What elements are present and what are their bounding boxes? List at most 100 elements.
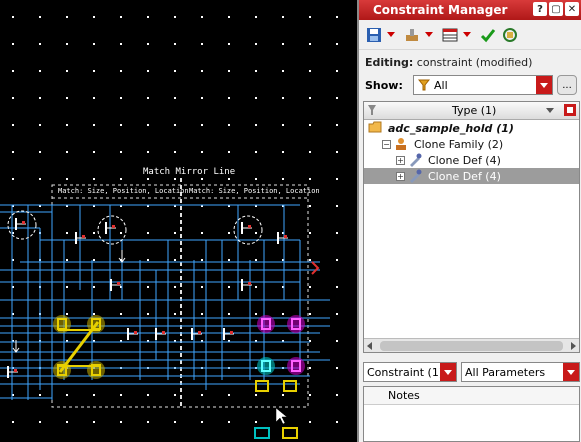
show-label: Show:: [365, 78, 403, 92]
grid-dot: [336, 151, 338, 153]
pin: [198, 331, 201, 334]
tree-expander-icon[interactable]: −: [382, 140, 391, 149]
tree-header[interactable]: Type (1): [364, 102, 579, 120]
tree-row[interactable]: + Clone Def (4): [364, 152, 579, 168]
notes-header: Notes: [364, 387, 579, 405]
notes-table[interactable]: Notes: [363, 386, 580, 442]
left-group-label: Match: Size, Position, Location: [58, 187, 189, 195]
parameters-dropdown-icon[interactable]: [563, 363, 579, 381]
grid-dot: [282, 178, 284, 180]
constraint-select[interactable]: Constraint (1): [363, 362, 457, 382]
grid-dot: [336, 259, 338, 261]
grid-dot: [336, 205, 338, 207]
grid-dot: [66, 421, 68, 423]
scrollbar-thumb[interactable]: [380, 341, 563, 351]
grid-dot: [336, 232, 338, 234]
show-filter-select[interactable]: All: [413, 75, 553, 95]
grid-dot: [336, 16, 338, 18]
tree-horizontal-scrollbar[interactable]: [364, 338, 579, 352]
grid-dot: [255, 394, 257, 396]
grid-dot: [120, 97, 122, 99]
constraint-dropdown-icon[interactable]: [440, 363, 456, 381]
grid-dot: [282, 124, 284, 126]
tree-row[interactable]: + Clone Def (4): [364, 168, 579, 184]
grid-dot: [174, 286, 176, 288]
grid-dot: [66, 124, 68, 126]
column-settings-icon[interactable]: [563, 103, 577, 120]
grid-dot: [93, 124, 95, 126]
parameters-select[interactable]: All Parameters: [461, 362, 580, 382]
table-dropdown-icon[interactable]: [463, 32, 471, 37]
constraint-manager-panel: Constraint Manager ? ▢ ✕ Editing: constr…: [357, 0, 581, 442]
grid-dot: [336, 178, 338, 180]
sort-dropdown-icon[interactable]: [546, 108, 554, 113]
tree-row[interactable]: − Clone Family (2): [364, 136, 579, 152]
schematic-canvas[interactable]: Match Mirror Line Match: Size, Position,…: [0, 0, 357, 442]
grid-dot: [66, 286, 68, 288]
grid-dot: [66, 16, 68, 18]
help-button[interactable]: ?: [533, 2, 547, 16]
more-options-button[interactable]: ...: [557, 75, 577, 95]
tree-row-label: Clone Def (4): [428, 153, 501, 167]
close-button[interactable]: ✕: [565, 2, 579, 16]
grid-dot: [228, 43, 230, 45]
grid-dot: [201, 151, 203, 153]
grid-dot: [174, 178, 176, 180]
grid-dot: [147, 16, 149, 18]
grid-dot: [309, 232, 311, 234]
grid-dot: [336, 313, 338, 315]
tree-row-label: Clone Def (4): [428, 169, 501, 183]
grid-dot: [147, 313, 149, 315]
grid-dot: [39, 16, 41, 18]
grid-dot: [93, 232, 95, 234]
tree-expander-icon[interactable]: +: [396, 172, 405, 181]
tree-row[interactable]: adc_sample_hold (1): [364, 120, 579, 136]
refresh-icon[interactable]: [501, 26, 519, 44]
grid-dot: [174, 43, 176, 45]
pin: [162, 331, 165, 334]
table-icon[interactable]: [441, 26, 459, 44]
grid-dot: [12, 178, 14, 180]
tree-expander-icon[interactable]: +: [396, 156, 405, 165]
scroll-right-icon[interactable]: [571, 342, 576, 350]
grid-dot: [147, 421, 149, 423]
grid-dot: [336, 367, 338, 369]
panel-titlebar: Constraint Manager ? ▢ ✕: [359, 0, 581, 20]
tree-column-type[interactable]: Type (1): [452, 104, 496, 117]
grid-dot: [12, 16, 14, 18]
filter-funnel-icon[interactable]: [367, 104, 377, 119]
schematic-drawing[interactable]: [0, 0, 357, 442]
grid-dot: [228, 16, 230, 18]
grid-dot: [309, 16, 311, 18]
grid-dot: [147, 394, 149, 396]
grid-dot: [66, 232, 68, 234]
grid-dot: [255, 16, 257, 18]
grid-dot: [39, 124, 41, 126]
grid-dot: [309, 70, 311, 72]
import-icon[interactable]: [403, 26, 421, 44]
grid-dot: [147, 232, 149, 234]
grid-dot: [336, 124, 338, 126]
grid-dot: [255, 259, 257, 261]
net-marker: [311, 261, 320, 275]
constraint-tree[interactable]: Type (1) adc_sample_hold (1) − Clone Famil…: [363, 101, 580, 353]
grid-dot: [66, 151, 68, 153]
grid-dot: [255, 43, 257, 45]
grid-dot: [147, 97, 149, 99]
device-glow: [87, 361, 105, 379]
save-icon[interactable]: [365, 26, 383, 44]
grid-dot: [201, 178, 203, 180]
show-filter-dropdown-icon[interactable]: [536, 76, 552, 94]
device-glow: [287, 315, 305, 333]
pin: [117, 282, 120, 285]
scroll-left-icon[interactable]: [367, 342, 372, 350]
grid-dot: [120, 313, 122, 315]
save-dropdown-icon[interactable]: [387, 32, 395, 37]
float-button[interactable]: ▢: [549, 2, 563, 16]
check-icon[interactable]: [479, 26, 497, 44]
grid-dot: [309, 178, 311, 180]
grid-dot: [120, 232, 122, 234]
import-dropdown-icon[interactable]: [425, 32, 433, 37]
grid-dot: [255, 124, 257, 126]
grid-dot: [201, 97, 203, 99]
